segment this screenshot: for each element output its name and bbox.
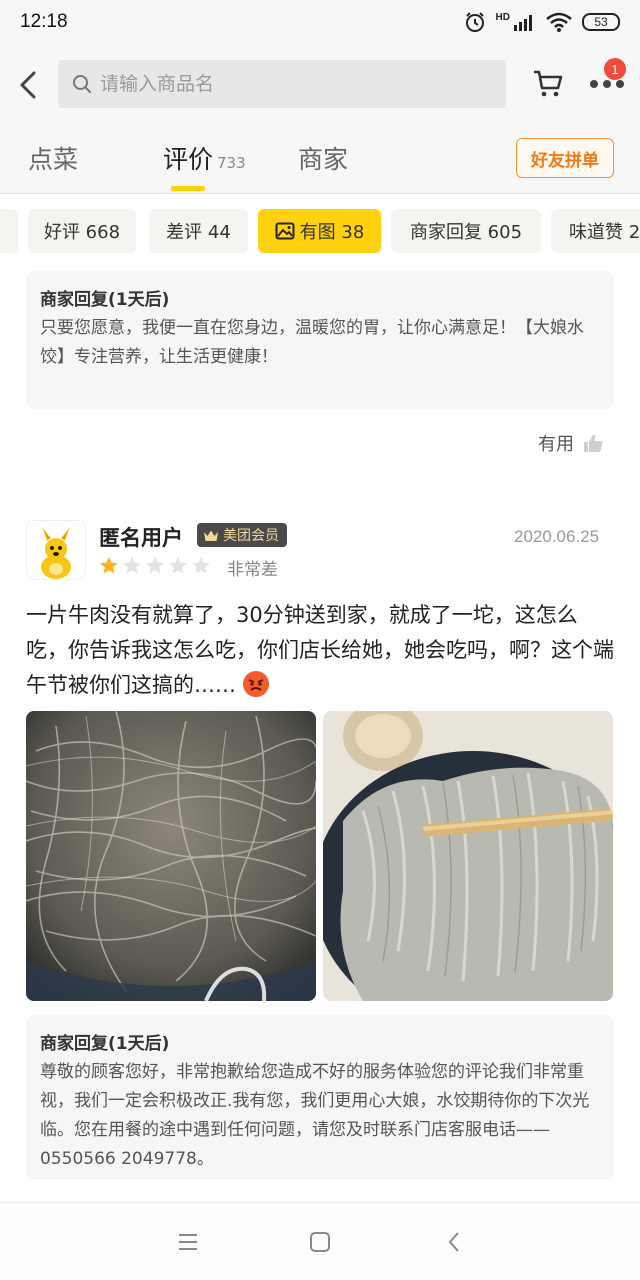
menu-icon (179, 1234, 197, 1250)
member-badge: 美团会员 (197, 523, 287, 547)
filter-chip-taste[interactable]: 味道赞 2 (551, 209, 640, 253)
system-back-button[interactable] (441, 1229, 467, 1255)
merchant-reply-text: 尊敬的顾客您好，非常抱歉给您造成不好的服务体验您的评论我们非常重视，我们一定会积… (40, 1062, 590, 1169)
noodles-with-chopstick-photo (323, 711, 613, 1001)
review-text: 一片牛肉没有就算了，30分钟送到家，就成了一坨，这怎么吃，你告诉我这怎么吃，你们… (26, 603, 614, 697)
notification-badge: 1 (604, 58, 626, 80)
tab-reviews-count: 733 (217, 154, 246, 172)
search-icon (73, 75, 91, 93)
avatar[interactable] (26, 520, 86, 580)
signal-icon (514, 15, 532, 31)
star-empty-icon (192, 557, 210, 574)
image-icon (275, 222, 295, 240)
review-date: 2020.06.25 (514, 527, 600, 546)
star-empty-icon (123, 557, 141, 574)
crown-icon (204, 530, 218, 541)
tab-reviews-label: 评价 (163, 145, 214, 174)
status-bar: 12:18 HD 53 (0, 0, 640, 44)
useful-label: 有用 (538, 434, 574, 455)
tab-merchant[interactable]: 商家 (298, 140, 348, 176)
cart-icon (534, 70, 563, 97)
wifi-icon (546, 12, 572, 32)
chevron-left-icon (20, 71, 36, 99)
home-button[interactable] (307, 1229, 333, 1255)
home-icon (310, 1232, 330, 1252)
battery-icon: 53 (582, 13, 620, 31)
filter-chip-partial[interactable] (0, 209, 18, 253)
filter-chip-label: 差评 44 (166, 222, 231, 243)
member-badge-label: 美团会员 (223, 528, 279, 544)
kangaroo-mascot-icon (41, 527, 71, 579)
tab-bar: 点菜 评价 733 商家 好友拼单 (0, 126, 640, 194)
thumbs-up-icon (584, 434, 603, 452)
tab-reviews[interactable]: 评价 733 (163, 140, 246, 176)
merchant-reply-box: 商家回复(1天后) 只要您愿意，我便一直在您身边，温暖您的胃，让你心满意足！【大… (26, 271, 614, 409)
review-photo-1[interactable] (26, 711, 316, 1001)
filter-chip-label: 有图 38 (299, 222, 365, 243)
more-dots-icon (590, 80, 624, 88)
status-time: 12:18 (20, 11, 68, 32)
star-filled-icon (100, 557, 118, 574)
star-rating (99, 556, 211, 575)
merchant-reply-title: 商家回复(1天后) (40, 1034, 170, 1054)
tab-order-label: 点菜 (28, 145, 79, 174)
alarm-icon (465, 12, 484, 32)
filter-chip-label: 商家回复 605 (409, 222, 523, 243)
filter-chip-label: 好评 668 (43, 222, 121, 243)
status-icons: HD 53 (464, 11, 620, 33)
tab-merchant-label: 商家 (298, 145, 349, 174)
review-text-block: 一片牛肉没有就算了，30分钟送到家，就成了一坨，这怎么吃，你告诉我这怎么吃，你们… (26, 598, 616, 703)
menu-button[interactable] (175, 1229, 201, 1255)
back-icon (448, 1232, 459, 1252)
merchant-reply-text: 只要您愿意，我便一直在您身边，温暖您的胃，让你心满意足！【大娘水饺】专注营养，让… (40, 318, 584, 367)
merchant-reply-box-2: 商家回复(1天后) 尊敬的顾客您好，非常抱歉给您造成不好的服务体验您的评论我们非… (26, 1015, 614, 1180)
hd-label: HD (495, 11, 510, 23)
review-username: 匿名用户 (99, 526, 183, 550)
back-button[interactable] (0, 57, 56, 113)
review-photo-2[interactable] (323, 711, 613, 1001)
star-empty-icon (146, 557, 164, 574)
search-box[interactable] (58, 60, 506, 108)
search-input[interactable] (100, 73, 480, 95)
useful-button[interactable]: 有用 (538, 430, 604, 456)
filter-chip-negative[interactable]: 差评 44 (149, 209, 248, 253)
rating-text: 非常差 (227, 560, 278, 580)
star-empty-icon (169, 557, 187, 574)
top-nav: 1 (0, 44, 640, 126)
merchant-reply-title: 商家回复(1天后) (40, 290, 170, 310)
filter-chip-label: 味道赞 2 (569, 222, 640, 243)
cart-button[interactable] (528, 64, 568, 104)
filter-row: 好评 668 差评 44 有图 38 商家回复 605 味道赞 2 (0, 194, 640, 268)
noodles-in-bowl-photo (26, 711, 316, 1001)
group-order-button[interactable]: 好友拼单 (516, 138, 614, 178)
system-nav-bar (0, 1202, 640, 1280)
active-tab-indicator (171, 186, 205, 191)
tab-order[interactable]: 点菜 (28, 140, 78, 176)
angry-face-icon (242, 671, 269, 697)
filter-chip-positive[interactable]: 好评 668 (28, 209, 136, 253)
filter-chip-merchant-reply[interactable]: 商家回复 605 (391, 209, 541, 253)
filter-chip-with-photos[interactable]: 有图 38 (258, 209, 381, 253)
